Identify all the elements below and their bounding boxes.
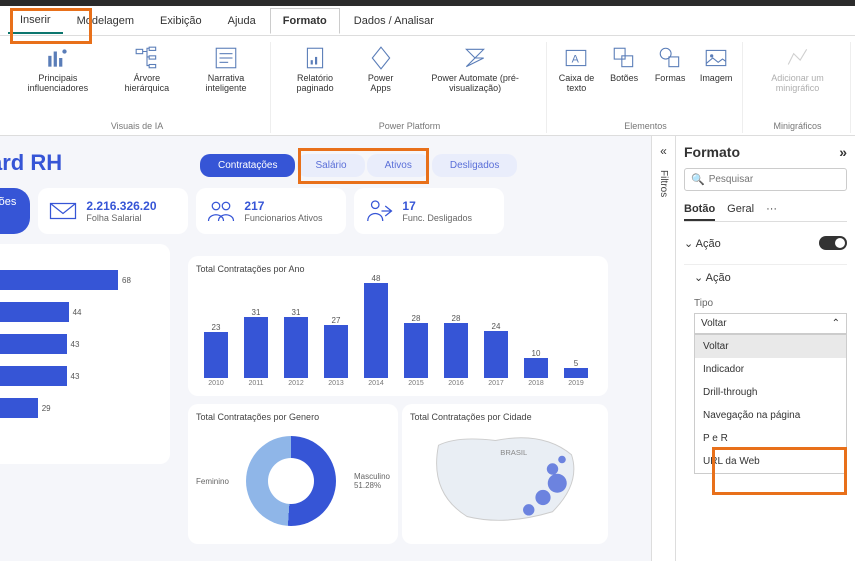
subtab-geral[interactable]: Geral	[727, 199, 754, 221]
ribbon-principais-influenciadores[interactable]: Principais influenciadores	[8, 42, 108, 119]
menu-modelagem[interactable]: Modelagem	[65, 9, 146, 33]
card-folha-salarial[interactable]: 2.216.326.20Folha Salarial	[38, 188, 188, 234]
chart-cidade[interactable]: Total Contratações por Cidade BRASIL	[402, 404, 608, 544]
ribbon-group-elementos: Elementos	[624, 119, 667, 133]
toggle-acao[interactable]	[819, 236, 847, 250]
donut-icon	[246, 436, 336, 526]
bar-title: Total Contratações por Ano	[196, 264, 600, 274]
chart-genero[interactable]: Total Contratações por Genero Feminino M…	[188, 404, 398, 544]
page-navigator: Contratações Salário Ativos Desligados	[200, 154, 517, 177]
svg-text:BRASIL: BRASIL	[500, 448, 527, 457]
donut-val-m: 51.28%	[354, 481, 381, 490]
hbar[interactable]	[0, 334, 67, 354]
search-input[interactable]	[709, 174, 841, 185]
page-ativos[interactable]: Ativos	[367, 154, 430, 177]
svg-text:A: A	[572, 53, 580, 65]
label-tipo: Tipo	[694, 298, 847, 309]
donut-label-m: Masculino	[354, 472, 390, 481]
ribbon-narrativa[interactable]: Narrativa inteligente	[186, 42, 266, 119]
search-box[interactable]: 🔍	[684, 168, 847, 191]
hbar[interactable]	[0, 366, 67, 386]
ribbon-power-automate[interactable]: Power Automate (pré-visualização)	[408, 42, 542, 119]
bar[interactable]: 23	[204, 332, 228, 378]
section-acao-toggle[interactable]: ⌄ Ação	[684, 230, 847, 256]
collapse-icon[interactable]: «	[660, 144, 667, 158]
people-icon	[206, 196, 236, 226]
person-exit-icon	[364, 196, 394, 226]
dropdown-list: Voltar Indicador Drill-through Navegação…	[694, 334, 847, 474]
menu-formato[interactable]: Formato	[270, 8, 340, 34]
report-title: ard RH	[0, 150, 62, 176]
dd-item-url[interactable]: URL da Web	[695, 450, 846, 473]
page-contratacoes[interactable]: Contratações	[200, 154, 295, 177]
bar[interactable]: 28	[404, 323, 428, 378]
bar[interactable]: 27	[324, 325, 348, 378]
bar[interactable]: 48	[364, 283, 388, 378]
menu-dados[interactable]: Dados / Analisar	[342, 9, 446, 33]
hbar[interactable]	[0, 398, 38, 418]
ribbon: Principais influenciadores Árvore hierár…	[0, 36, 855, 136]
ribbon-group-power-platform: Power Platform	[379, 119, 441, 133]
dd-item-indicador[interactable]: Indicador	[695, 358, 846, 381]
menu-bar: Inserir Modelagem Exibição Ajuda Formato…	[0, 6, 855, 36]
chart-contratacoes-ano[interactable]: Total Contratações por Ano 23 31 31 27 48 28 2…	[188, 256, 608, 396]
page-salario[interactable]: Salário	[297, 154, 364, 177]
chart-area[interactable]: rea 6844434329	[0, 244, 170, 464]
bar[interactable]: 5	[564, 368, 588, 378]
ribbon-arvore[interactable]: Árvore hierárquica	[110, 42, 184, 119]
page-desligados[interactable]: Desligados	[432, 154, 517, 177]
card-funcionarios-ativos[interactable]: 217Funcionarios Ativos	[196, 188, 346, 234]
section-acao-sub[interactable]: ⌄ Ação	[684, 264, 847, 290]
subtab-more[interactable]: ···	[766, 199, 777, 221]
ribbon-minigrafico: Adicionar um minigráfico	[749, 42, 846, 119]
chevron-down-icon: ⌄	[694, 272, 703, 284]
chevron-up-icon: ⌃	[832, 318, 840, 329]
side-tabs: « Filtros	[651, 136, 675, 561]
ribbon-formas[interactable]: Formas	[648, 42, 692, 119]
pill-tacoes[interactable]: tações	[0, 188, 30, 234]
format-panel: Formato » 🔍 Botão Geral ··· ⌄ Ação ⌄ Açã…	[675, 136, 855, 561]
ribbon-power-apps[interactable]: Power Apps	[355, 42, 406, 119]
menu-exibicao[interactable]: Exibição	[148, 9, 214, 33]
dd-item-per[interactable]: P e R	[695, 427, 846, 450]
ribbon-relatorio-paginado[interactable]: Relatório paginado	[277, 42, 353, 119]
ribbon-group-minigraficos: Minigráficos	[774, 119, 822, 133]
search-icon: 🔍	[691, 173, 705, 186]
chevron-down-icon: ⌄	[684, 238, 693, 250]
donut-label-f: Feminino	[196, 477, 229, 486]
hbar[interactable]	[0, 270, 118, 290]
map-title: Total Contratações por Cidade	[410, 412, 600, 422]
dropdown-tipo[interactable]: Voltar ⌃	[694, 313, 847, 334]
bar[interactable]: 31	[244, 317, 268, 378]
bar[interactable]: 28	[444, 323, 468, 378]
dd-item-drill[interactable]: Drill-through	[695, 381, 846, 404]
bar[interactable]: 31	[284, 317, 308, 378]
card-desligados[interactable]: 17Func. Desligados	[354, 188, 504, 234]
hbar[interactable]	[0, 302, 69, 322]
report-canvas[interactable]: ard RH Contratações Salário Ativos Desli…	[0, 136, 651, 561]
ribbon-caixa-texto[interactable]: ACaixa de texto	[553, 42, 600, 119]
dd-item-navegacao[interactable]: Navegação na página	[695, 404, 846, 427]
donut-title: Total Contratações por Genero	[196, 412, 390, 422]
envelope-icon	[48, 196, 78, 226]
panel-title: Formato	[684, 144, 740, 160]
bar[interactable]: 24	[484, 331, 508, 379]
subtab-botao[interactable]: Botão	[684, 199, 715, 221]
ribbon-group-visuais-ia: Visuais de IA	[111, 119, 163, 133]
bar[interactable]: 10	[524, 358, 548, 378]
map-icon: BRASIL	[410, 426, 600, 531]
expand-icon[interactable]: »	[839, 144, 847, 160]
menu-inserir[interactable]: Inserir	[8, 8, 63, 34]
hbar-title: rea	[0, 252, 162, 262]
menu-ajuda[interactable]: Ajuda	[216, 9, 268, 33]
dd-item-voltar[interactable]: Voltar	[695, 335, 846, 358]
ribbon-imagem[interactable]: Imagem	[694, 42, 738, 119]
ribbon-botoes[interactable]: Botões	[602, 42, 646, 119]
tab-filtros[interactable]: Filtros	[658, 170, 669, 197]
